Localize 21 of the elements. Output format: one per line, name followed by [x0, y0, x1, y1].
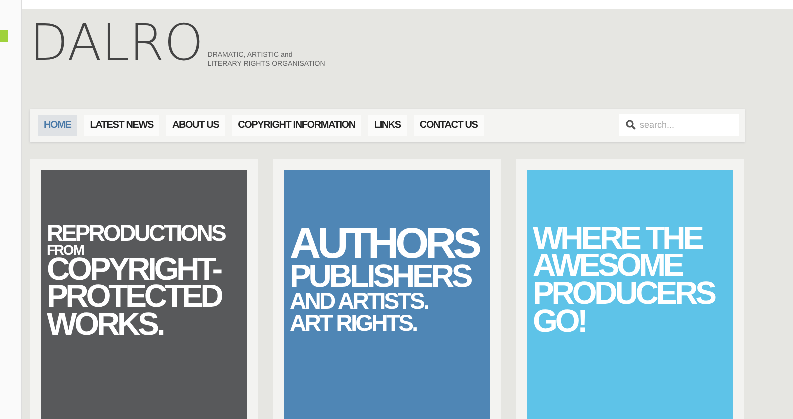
- poster-headline: WHERE THE: [533, 224, 704, 252]
- poster-headline: AND ARTISTS.: [290, 292, 430, 312]
- nav-tab[interactable]: LATEST NEWS: [84, 114, 160, 136]
- poster-headline: REPRODUCTIONS: [47, 224, 225, 244]
- nav-tab[interactable]: CONTACT US: [414, 114, 484, 136]
- logo-text: DALRO: [30, 12, 204, 73]
- nav-tab[interactable]: COPYRIGHT INFORMATION: [232, 114, 362, 136]
- nav-tab[interactable]: ABOUT US: [166, 114, 226, 136]
- poster-headline: ART RIGHTS.: [290, 314, 418, 334]
- indicator-block: [0, 30, 8, 42]
- poster-headline: AWESOME: [533, 252, 683, 280]
- poster-headline: FROM: [47, 244, 84, 256]
- poster-headline: PROTECTED: [47, 283, 223, 311]
- poster-headline: WORKS.: [47, 310, 164, 338]
- poster-headline: GO!: [533, 308, 586, 336]
- poster-headline: COPYRIGHT-: [47, 256, 222, 284]
- poster-headline: PRODUCERS: [533, 280, 714, 308]
- poster-headline: PUBLISHERS: [290, 262, 472, 290]
- poster-headline: AUTHORS: [290, 226, 479, 263]
- nav-tab[interactable]: LINKS: [368, 114, 407, 136]
- search-field[interactable]: search...: [619, 114, 739, 136]
